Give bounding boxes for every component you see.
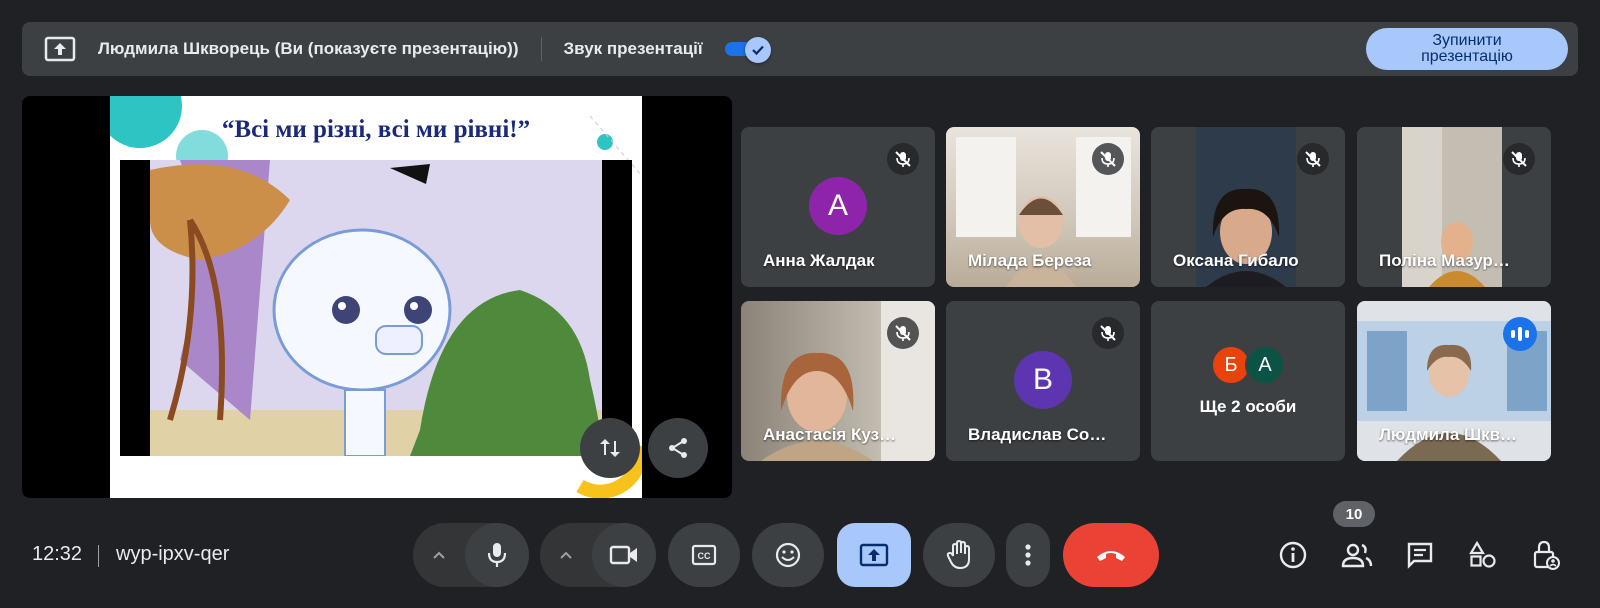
participant-tile[interactable]: Анастасія Куз… [741, 301, 935, 461]
mic-off-icon [1092, 143, 1124, 175]
divider [98, 545, 99, 567]
presentation-audio-label: Звук презентації [563, 39, 703, 58]
avatar: A [1245, 345, 1285, 385]
host-controls-icon [1533, 540, 1560, 570]
camera-button[interactable] [592, 523, 656, 587]
chat-icon [1407, 542, 1433, 569]
more-vert-icon [1025, 544, 1031, 566]
people-icon [1341, 543, 1373, 568]
presentation-audio-toggle[interactable] [724, 37, 771, 63]
activities-icon [1469, 541, 1496, 568]
participant-name: Поліна Мазур… [1379, 251, 1510, 270]
presentation-view: “Всі ми різні, всі ми рівні!” [22, 96, 732, 498]
check-icon [744, 37, 771, 63]
swap-layout-icon [600, 439, 620, 457]
mic-off-icon [1092, 317, 1124, 349]
mic-off-icon [887, 143, 919, 175]
slide-title: “Всі ми різні, всі ми рівні!” [221, 116, 531, 143]
participant-tile[interactable]: Мілада Береза [946, 127, 1140, 287]
captions-icon: CC [691, 544, 717, 566]
more-options-button[interactable] [1006, 523, 1050, 587]
more-participants-tile[interactable]: Б A Ще 2 особи [1151, 301, 1345, 461]
mic-off-icon [887, 317, 919, 349]
participant-tile[interactable]: A Анна Жалдак [741, 127, 935, 287]
camera-control-group [540, 523, 656, 587]
present-screen-icon [859, 543, 889, 567]
video-options-button[interactable] [540, 523, 592, 587]
avatar: B [1014, 351, 1072, 409]
cartoon-illustration [120, 160, 632, 457]
host-controls-button[interactable] [1529, 538, 1563, 572]
banner-divider [540, 37, 542, 61]
swap-layout-button[interactable] [580, 418, 640, 478]
avatar: A [809, 177, 867, 235]
presentation-banner: Людмила Шкворець (Ви (показуєте презента… [22, 22, 1578, 76]
mic-off-icon [1297, 143, 1329, 175]
activities-button[interactable] [1466, 538, 1500, 572]
more-participants-label: Ще 2 особи [1199, 397, 1297, 416]
mini-avatars: Б A [1151, 345, 1345, 385]
participant-tile[interactable]: Поліна Мазур… [1357, 127, 1551, 287]
participant-name: Анастасія Куз… [763, 425, 897, 444]
end-call-button[interactable] [1063, 523, 1159, 587]
mic-button[interactable] [465, 523, 529, 587]
share-button[interactable] [648, 418, 708, 478]
presenter-label: Людмила Шкворець (Ви (показуєте презента… [98, 39, 519, 58]
chevron-up-icon [560, 551, 572, 559]
present-now-button[interactable] [837, 523, 911, 587]
meeting-code: wyp-ipxv-qer [116, 543, 230, 565]
audio-options-button[interactable] [413, 523, 465, 587]
share-icon [669, 438, 687, 458]
speaking-indicator-icon [1503, 317, 1537, 351]
mic-control-group [413, 523, 529, 587]
participant-name: Мілада Береза [968, 251, 1092, 270]
participant-name: Людмила Шкв… [1379, 425, 1518, 444]
clock: 12:32 [32, 543, 83, 565]
svg-text:CC: CC [698, 551, 711, 561]
participant-tile[interactable]: B Владислав Со… [946, 301, 1140, 461]
participant-name: Анна Жалдак [763, 251, 875, 270]
raise-hand-button[interactable] [923, 523, 995, 587]
participant-tile[interactable]: Оксана Гибало [1151, 127, 1345, 287]
participant-name: Оксана Гибало [1173, 251, 1299, 270]
camera-icon [609, 545, 637, 565]
reactions-button[interactable] [752, 523, 824, 587]
captions-button[interactable]: CC [668, 523, 740, 587]
meeting-details-button[interactable] [1276, 538, 1310, 572]
raise-hand-icon [946, 540, 970, 570]
mic-icon [487, 543, 507, 567]
info-icon [1279, 541, 1307, 569]
participant-name: Владислав Со… [968, 425, 1107, 444]
chat-button[interactable] [1403, 538, 1437, 572]
emoji-icon [775, 542, 801, 568]
mic-off-icon [1503, 143, 1535, 175]
participants-count-badge: 10 [1333, 501, 1375, 527]
slide: “Всі ми різні, всі ми рівні!” [110, 96, 642, 498]
stop-presenting-button[interactable]: Зупинити презентацію [1366, 28, 1568, 70]
present-screen-icon [44, 36, 76, 62]
end-call-icon [1097, 551, 1125, 561]
people-button[interactable] [1340, 538, 1374, 572]
participant-tile-self[interactable]: Людмила Шкв… [1357, 301, 1551, 461]
chevron-up-icon [433, 551, 445, 559]
